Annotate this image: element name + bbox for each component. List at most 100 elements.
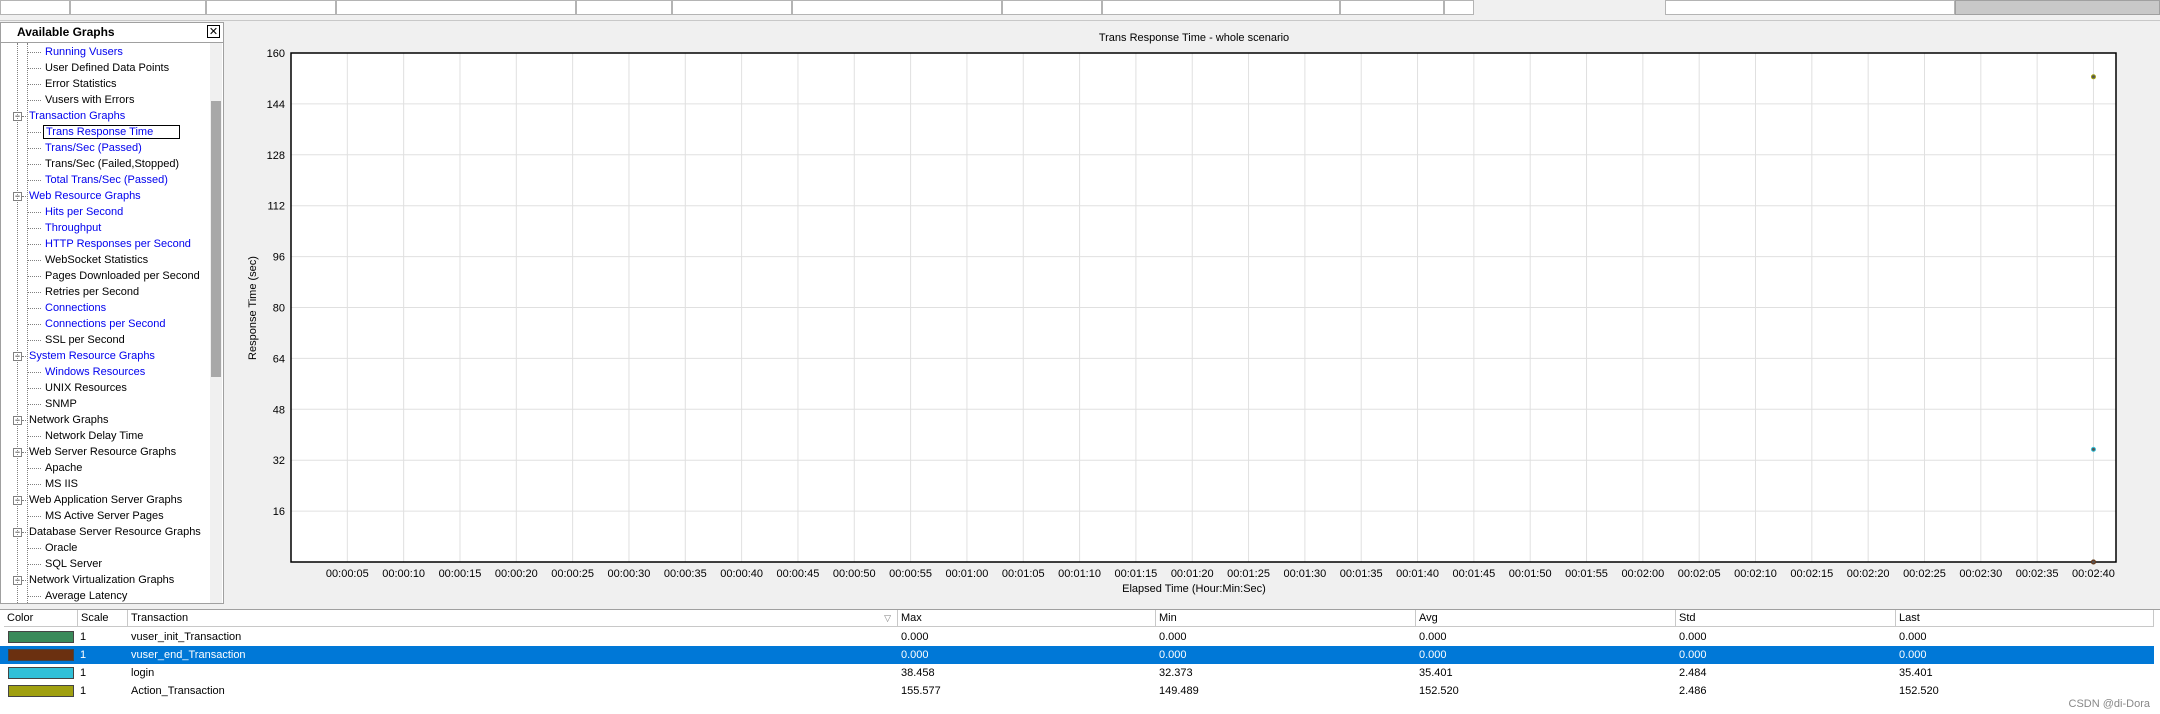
legend-cell-min: 0.000 bbox=[1159, 631, 1187, 643]
close-icon[interactable]: ✕ bbox=[207, 25, 220, 38]
tree-item[interactable]: Average Latency bbox=[43, 588, 129, 603]
tree-item[interactable]: Throughput bbox=[43, 220, 103, 236]
tree-item[interactable]: Hits per Second bbox=[43, 204, 125, 220]
top-field-6[interactable] bbox=[672, 0, 792, 15]
column-header-last[interactable]: Last bbox=[1896, 610, 2154, 627]
tree-item[interactable]: Retries per Second bbox=[43, 284, 141, 300]
tree-item[interactable]: Windows Resources bbox=[43, 364, 147, 380]
tree-item[interactable]: Total Trans/Sec (Passed) bbox=[43, 172, 170, 188]
column-header-scale[interactable]: Scale bbox=[78, 610, 128, 627]
tree-item-label: Vusers with Errors bbox=[45, 94, 135, 106]
tree-item[interactable]: Trans/Sec (Passed) bbox=[43, 140, 144, 156]
legend-cell-last: 0.000 bbox=[1899, 631, 1927, 643]
tree-item[interactable]: Error Statistics bbox=[43, 76, 119, 92]
top-field-2[interactable] bbox=[70, 0, 206, 15]
tree-item[interactable]: Transaction Graphs bbox=[27, 108, 127, 124]
top-toolbar-strip bbox=[0, 0, 2160, 21]
legend-row[interactable]: 1 vuser_end_Transaction 0.000 0.000 0.000 0.0… bbox=[0, 646, 2154, 664]
tree-item-label: Web Application Server Graphs bbox=[29, 494, 183, 506]
tree-guide-line bbox=[27, 43, 28, 603]
top-field-1[interactable] bbox=[0, 0, 70, 15]
column-header-min[interactable]: Min bbox=[1156, 610, 1416, 627]
column-header-max[interactable]: Max bbox=[898, 610, 1156, 627]
top-field-4[interactable] bbox=[336, 0, 576, 15]
tree-item[interactable]: Connections per Second bbox=[43, 316, 167, 332]
tree-item[interactable]: HTTP Responses per Second bbox=[43, 236, 193, 252]
tree-connector bbox=[27, 100, 41, 101]
tree-connector bbox=[27, 548, 41, 549]
tree-connector bbox=[27, 292, 41, 293]
top-field-7[interactable] bbox=[792, 0, 1002, 15]
tree-scrollbar-thumb[interactable] bbox=[211, 101, 221, 377]
column-header-avg[interactable]: Avg bbox=[1416, 610, 1676, 627]
tree-item[interactable]: User Defined Data Points bbox=[43, 60, 171, 76]
tree-connector bbox=[22, 532, 26, 533]
legend-cell-transaction: login bbox=[131, 667, 155, 679]
color-swatch[interactable] bbox=[8, 667, 74, 679]
tree-item[interactable]: MS Active Server Pages bbox=[43, 508, 166, 524]
tree-item[interactable]: Vusers with Errors bbox=[43, 92, 136, 108]
tree-connector bbox=[27, 596, 41, 597]
y-tick-label: 144 bbox=[267, 99, 285, 111]
tree-item[interactable]: Trans/Sec (Failed,Stopped) bbox=[43, 156, 181, 172]
tree-item[interactable]: SNMP bbox=[43, 396, 79, 412]
legend-row[interactable]: 1 login 38.458 32.373 35.401 2.484 35.401 bbox=[0, 664, 2154, 682]
tree-item-label: Database Server Resource Graphs bbox=[29, 526, 201, 538]
color-swatch[interactable] bbox=[8, 685, 74, 697]
top-field-12[interactable] bbox=[1665, 0, 1955, 15]
tree-item[interactable]: SSL per Second bbox=[43, 332, 127, 348]
tree-item-label: Throughput bbox=[45, 222, 102, 234]
tree-connector bbox=[27, 324, 41, 325]
tree-item[interactable]: Web Server Resource Graphs bbox=[27, 444, 178, 460]
tree-item[interactable]: Trans Response Time bbox=[43, 124, 181, 140]
tree-item[interactable]: WebSocket Statistics bbox=[43, 252, 150, 268]
tree-item[interactable]: Network Virtualization Graphs bbox=[27, 572, 176, 588]
tree-scrollbar[interactable] bbox=[210, 43, 222, 603]
legend-cell-min: 0.000 bbox=[1159, 649, 1187, 661]
tree-item[interactable]: Database Server Resource Graphs bbox=[27, 524, 203, 540]
legend-row[interactable]: 1 Action_Transaction 155.577 149.489 152.520… bbox=[0, 682, 2154, 700]
tree-connector bbox=[27, 180, 41, 181]
y-tick-label: 16 bbox=[273, 506, 285, 518]
legend-row[interactable]: 1 vuser_init_Transaction 0.000 0.000 0.000 0.… bbox=[0, 628, 2154, 646]
legend-cell-transaction: vuser_end_Transaction bbox=[131, 649, 246, 661]
tree-item[interactable]: Oracle bbox=[43, 540, 79, 556]
tree-item[interactable]: Web Application Server Graphs bbox=[27, 492, 184, 508]
x-tick-label: 00:01:30 bbox=[1283, 568, 1326, 580]
tree-item[interactable]: MS IIS bbox=[43, 476, 80, 492]
top-field-3[interactable] bbox=[206, 0, 336, 15]
column-header-transaction[interactable]: Transaction ▽ bbox=[128, 610, 898, 627]
color-swatch[interactable] bbox=[8, 631, 74, 643]
column-header-std[interactable]: Std bbox=[1676, 610, 1896, 627]
y-tick-label: 96 bbox=[273, 252, 285, 264]
chart-panel: 16 32 48 64 80 96 112 128 144 160 00:00:05 00:00:10… bbox=[228, 22, 2160, 604]
top-field-8[interactable] bbox=[1002, 0, 1102, 15]
top-field-11[interactable] bbox=[1444, 0, 1474, 15]
tree-item[interactable]: Web Resource Graphs bbox=[27, 188, 143, 204]
legend-cell-std: 2.484 bbox=[1679, 667, 1707, 679]
tree-connector bbox=[27, 84, 41, 85]
tree-item[interactable]: Running Vusers bbox=[43, 44, 125, 60]
available-graphs-header: Available Graphs ✕ bbox=[1, 23, 223, 43]
tree-item[interactable]: SQL Server bbox=[43, 556, 104, 572]
top-field-9[interactable] bbox=[1102, 0, 1340, 15]
tree-item[interactable]: Network Delay Time bbox=[43, 428, 145, 444]
tree-item[interactable]: Connections bbox=[43, 300, 108, 316]
tree-item[interactable]: Apache bbox=[43, 460, 84, 476]
tree-item[interactable]: System Resource Graphs bbox=[27, 348, 157, 364]
top-scrollbar[interactable] bbox=[1955, 0, 2160, 15]
tree-item-label: Running Vusers bbox=[45, 46, 123, 58]
available-graphs-panel: Available Graphs ✕ Running Vusers User De… bbox=[0, 22, 224, 604]
tree-item-label: SNMP bbox=[45, 398, 77, 410]
color-swatch[interactable] bbox=[8, 649, 74, 661]
tree-item[interactable]: UNIX Resources bbox=[43, 380, 129, 396]
response-time-chart[interactable]: 16 32 48 64 80 96 112 128 144 160 00:00:05 00:00:10… bbox=[228, 22, 2160, 604]
top-field-10[interactable] bbox=[1340, 0, 1444, 15]
tree-item-label: Connections bbox=[45, 302, 107, 314]
x-tick-label: 00:01:10 bbox=[1058, 568, 1101, 580]
x-tick-label: 00:01:50 bbox=[1509, 568, 1552, 580]
tree-item[interactable]: Pages Downloaded per Second bbox=[43, 268, 202, 284]
column-header-color[interactable]: Color bbox=[4, 610, 78, 627]
tree-item[interactable]: Network Graphs bbox=[27, 412, 110, 428]
top-field-5[interactable] bbox=[576, 0, 672, 15]
